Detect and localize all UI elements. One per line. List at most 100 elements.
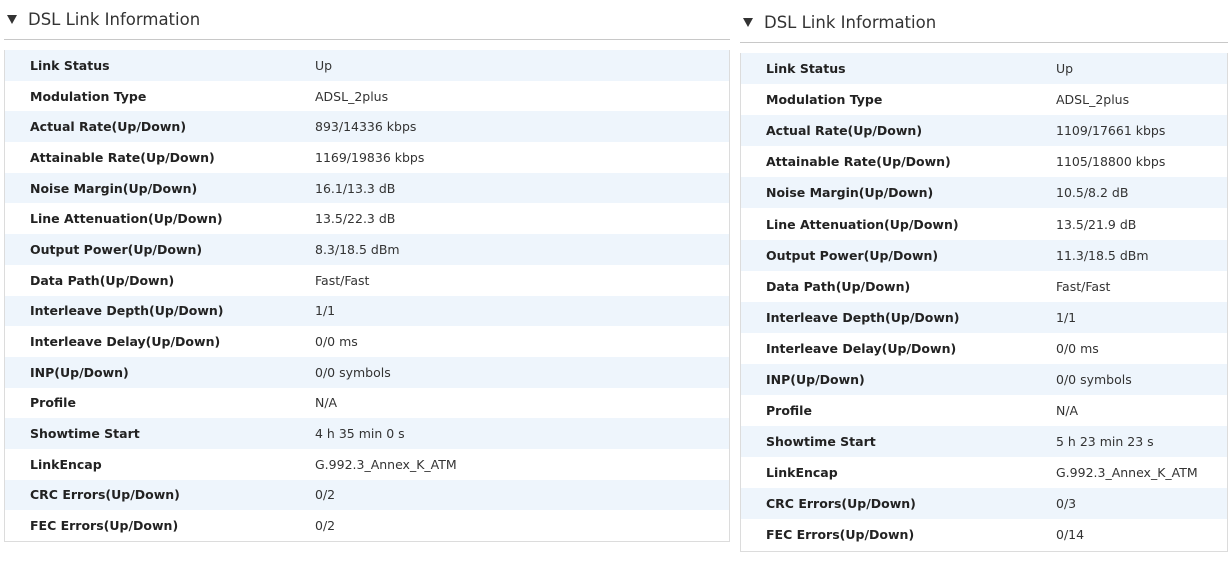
table-row: Link Status Up <box>5 50 729 81</box>
row-label: Output Power(Up/Down) <box>766 247 939 263</box>
table-row: Interleave Delay(Up/Down) 0/0 ms <box>741 333 1227 364</box>
info-table: Link Status Up Modulation Type ADSL_2plus … <box>4 50 730 542</box>
table-row: Noise Margin(Up/Down) 16.1/13.3 dB <box>5 172 729 204</box>
row-value: N/A <box>315 395 338 411</box>
row-label: FEC Errors(Up/Down) <box>766 527 915 543</box>
row-label: Output Power(Up/Down) <box>30 241 203 257</box>
table-row: Actual Rate(Up/Down) 1109/17661 kbps <box>741 115 1227 147</box>
row-value: Fast/Fast <box>315 272 370 288</box>
table-row: Interleave Delay(Up/Down) 0/0 ms <box>5 326 729 357</box>
panel-header[interactable]: DSL Link Information <box>740 3 1228 43</box>
row-value: 0/3 <box>1056 496 1077 512</box>
row-label: Link Status <box>30 57 110 73</box>
collapse-caret-icon[interactable] <box>7 15 17 24</box>
panel-header[interactable]: DSL Link Information <box>4 0 730 40</box>
row-value: G.992.3_Annex_K_ATM <box>1056 465 1198 481</box>
table-row: Profile N/A <box>5 388 729 419</box>
row-label: Showtime Start <box>30 426 140 442</box>
row-label: Interleave Depth(Up/Down) <box>766 309 960 325</box>
table-row: FEC Errors(Up/Down) 0/14 <box>741 519 1227 550</box>
row-value: 16.1/13.3 dB <box>315 180 396 196</box>
table-row: LinkEncap G.992.3_Annex_K_ATM <box>741 457 1227 488</box>
row-label: Interleave Delay(Up/Down) <box>30 334 221 350</box>
table-row: LinkEncap G.992.3_Annex_K_ATM <box>5 449 729 480</box>
row-label: Profile <box>766 403 812 419</box>
row-value: 1/1 <box>1056 309 1077 325</box>
table-row: Link Status Up <box>741 53 1227 85</box>
row-label: LinkEncap <box>766 465 838 481</box>
table-row: Attainable Rate(Up/Down) 1105/18800 kbps <box>741 146 1227 177</box>
row-value: 0/2 <box>315 487 336 503</box>
row-value: 0/0 symbols <box>1056 371 1132 387</box>
row-value: 0/0 ms <box>315 334 358 350</box>
table-row: Modulation Type ADSL_2plus <box>741 84 1227 115</box>
table-row: Attainable Rate(Up/Down) 1169/19836 kbps <box>5 142 729 173</box>
row-value: 1169/19836 kbps <box>315 149 425 165</box>
table-row: Interleave Depth(Up/Down) 1/1 <box>741 301 1227 333</box>
row-value: ADSL_2plus <box>1056 92 1130 108</box>
row-value: 1105/18800 kbps <box>1056 154 1166 170</box>
row-value: N/A <box>1056 403 1079 419</box>
row-label: LinkEncap <box>30 456 102 472</box>
table-row: Output Power(Up/Down) 8.3/18.5 dBm <box>5 234 729 265</box>
row-label: CRC Errors(Up/Down) <box>766 496 916 512</box>
panel-title: DSL Link Information <box>764 13 937 32</box>
row-label: Data Path(Up/Down) <box>30 272 175 288</box>
info-table: Link Status Up Modulation Type ADSL_2plus … <box>740 53 1228 552</box>
row-value: 0/2 <box>315 518 336 534</box>
row-label: Data Path(Up/Down) <box>766 278 911 294</box>
table-row: Noise Margin(Up/Down) 10.5/8.2 dB <box>741 177 1227 209</box>
row-label: FEC Errors(Up/Down) <box>30 518 179 534</box>
row-label: Line Attenuation(Up/Down) <box>766 216 959 232</box>
row-label: Noise Margin(Up/Down) <box>30 180 198 196</box>
row-value: 1/1 <box>315 303 336 319</box>
row-label: INP(Up/Down) <box>30 364 129 380</box>
row-value: G.992.3_Annex_K_ATM <box>315 456 457 472</box>
table-row: Showtime Start 4 h 35 min 0 s <box>5 418 729 449</box>
row-value: Up <box>1056 61 1074 77</box>
row-label: INP(Up/Down) <box>766 371 865 387</box>
collapse-caret-icon[interactable] <box>743 18 753 27</box>
table-row: CRC Errors(Up/Down) 0/3 <box>741 488 1227 520</box>
row-label: Noise Margin(Up/Down) <box>766 185 934 201</box>
row-label: Modulation Type <box>30 88 147 104</box>
row-label: Actual Rate(Up/Down) <box>766 123 923 139</box>
table-row: INP(Up/Down) 0/0 symbols <box>741 363 1227 396</box>
row-value: 4 h 35 min 0 s <box>315 426 405 442</box>
row-value: 0/14 <box>1056 527 1085 543</box>
row-value: 10.5/8.2 dB <box>1056 185 1129 201</box>
row-label: Interleave Delay(Up/Down) <box>766 340 957 356</box>
row-value: 11.3/18.5 dBm <box>1056 247 1149 263</box>
row-label: Actual Rate(Up/Down) <box>30 119 187 135</box>
table-row: Showtime Start 5 h 23 min 23 s <box>741 426 1227 458</box>
table-row: CRC Errors(Up/Down) 0/2 <box>5 479 729 511</box>
table-row: Line Attenuation(Up/Down) 13.5/21.9 dB <box>741 208 1227 239</box>
panel-title: DSL Link Information <box>28 10 201 29</box>
row-label: Showtime Start <box>766 434 876 450</box>
row-label: Attainable Rate(Up/Down) <box>766 154 951 170</box>
table-row: INP(Up/Down) 0/0 symbols <box>5 356 729 388</box>
row-label: Attainable Rate(Up/Down) <box>30 149 215 165</box>
table-row: Actual Rate(Up/Down) 893/14336 kbps <box>5 111 729 143</box>
row-value: 1109/17661 kbps <box>1056 123 1166 139</box>
row-value: 0/0 ms <box>1056 340 1099 356</box>
row-value: 8.3/18.5 dBm <box>315 241 400 257</box>
table-row: Output Power(Up/Down) 11.3/18.5 dBm <box>741 239 1227 271</box>
row-label: Profile <box>30 395 76 411</box>
table-row: Interleave Depth(Up/Down) 1/1 <box>5 295 729 327</box>
row-value: 893/14336 kbps <box>315 119 417 135</box>
table-row: Profile N/A <box>741 395 1227 426</box>
row-label: Interleave Depth(Up/Down) <box>30 303 224 319</box>
row-value: 5 h 23 min 23 s <box>1056 434 1154 450</box>
row-value: 0/0 symbols <box>315 364 391 380</box>
table-row: Modulation Type ADSL_2plus <box>5 81 729 112</box>
dsl-link-panel-right: DSL Link Information Link Status Up Modul… <box>740 3 1228 552</box>
dsl-link-panel-left: DSL Link Information Link Status Up Modul… <box>4 0 730 542</box>
row-value: Fast/Fast <box>1056 278 1111 294</box>
table-row: FEC Errors(Up/Down) 0/2 <box>5 510 729 541</box>
row-value: ADSL_2plus <box>315 88 389 104</box>
row-label: Line Attenuation(Up/Down) <box>30 211 223 227</box>
row-label: Link Status <box>766 61 846 77</box>
row-value: 13.5/21.9 dB <box>1056 216 1137 232</box>
table-row: Data Path(Up/Down) Fast/Fast <box>741 271 1227 302</box>
